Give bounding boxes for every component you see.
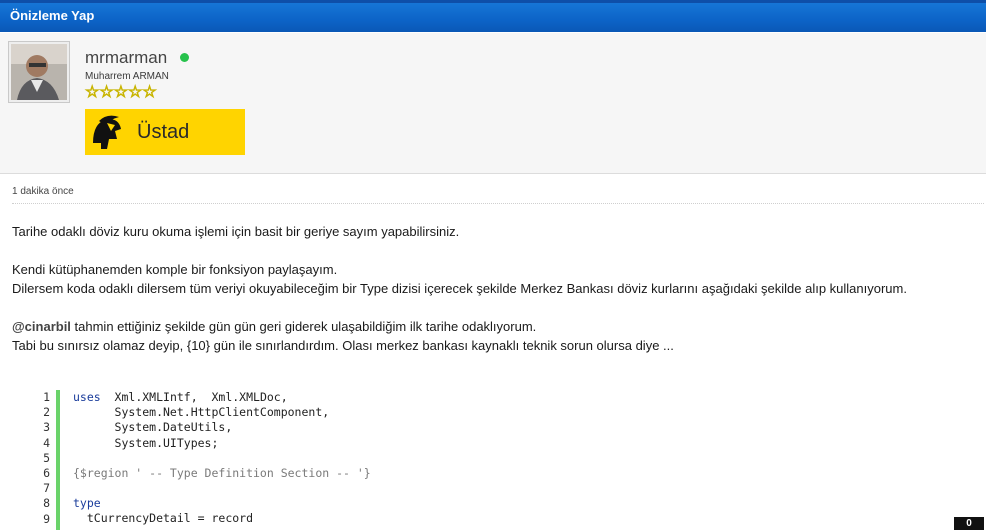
user-mention-link[interactable]: @cinarbil — [12, 319, 71, 334]
avatar[interactable] — [8, 41, 70, 103]
line-number: 1 — [43, 390, 50, 404]
code-line: tCurrencyDetail = record — [73, 511, 254, 525]
post-body: Tarihe odaklı döviz kuru okuma işlemi iç… — [12, 222, 982, 355]
code-block: 1 2 3 4 5 6 7 8 9 uses Xml.XMLIntf, Xml.… — [36, 390, 986, 530]
code-gutter-bar — [56, 390, 60, 530]
code-line: uses Xml.XMLIntf, Xml.XMLDoc, — [73, 390, 371, 405]
code-text: Xml.XMLIntf, Xml.XMLDoc, — [100, 390, 288, 404]
line-number: 6 — [43, 465, 50, 480]
line-number: 5 — [43, 450, 50, 465]
rank-badge: Üstad — [85, 109, 245, 155]
code-keyword: uses — [73, 390, 101, 404]
code-line: System.DateUtils, — [73, 420, 233, 435]
helmet-icon — [85, 109, 127, 155]
line-number: 8 — [43, 496, 50, 511]
post-timestamp: 1 dakika önce — [12, 186, 74, 197]
online-status-icon — [180, 53, 189, 62]
post-text: tahmin ettiğiniz şekilde gün gün geri gi… — [70, 319, 537, 334]
full-name: Muharrem ARMAN — [85, 71, 169, 82]
code-line: type — [73, 496, 101, 511]
code-last-line: tCurrencyDetail = record — [36, 511, 986, 530]
code-line: {$region ' -- Type Definition Section --… — [73, 465, 371, 480]
divider — [12, 203, 984, 204]
line-number: 3 — [43, 420, 50, 435]
post-paragraph: Kendi kütüphanemden komple bir fonksiyon… — [12, 262, 338, 277]
post-paragraph: Tarihe odaklı döviz kuru okuma işlemi iç… — [12, 224, 460, 239]
profile-panel: mrmarman Muharrem ARMAN ☆☆☆☆☆ Üstad — [0, 33, 986, 174]
line-number: 2 — [43, 405, 50, 420]
line-number: 4 — [43, 435, 50, 450]
code-line: System.UITypes; — [73, 435, 219, 450]
post-paragraph: Tabi bu sınırsız olamaz deyip, {10} gün … — [12, 338, 674, 353]
code-line-numbers: 1 2 3 4 5 6 7 8 9 — [36, 390, 50, 527]
rank-label: Üstad — [137, 120, 190, 143]
avatar-image — [11, 44, 67, 100]
code-line: System.Net.HttpClientComponent, — [73, 405, 330, 420]
post-paragraph: Dilersem koda odaklı dilersem tüm veriyi… — [12, 281, 907, 296]
notification-counter[interactable]: 0 — [954, 517, 984, 530]
rating-stars-icon: ☆☆☆☆☆ — [85, 84, 158, 102]
window-title: Önizleme Yap — [10, 8, 95, 23]
line-number: 7 — [43, 481, 50, 496]
username[interactable]: mrmarman — [85, 48, 167, 68]
post-paragraph: @cinarbil tahmin ettiğiniz şekilde gün g… — [12, 317, 982, 336]
code-lines: uses Xml.XMLIntf, Xml.XMLDoc, System.Net… — [73, 390, 371, 512]
window-titlebar: Önizleme Yap — [0, 0, 986, 32]
